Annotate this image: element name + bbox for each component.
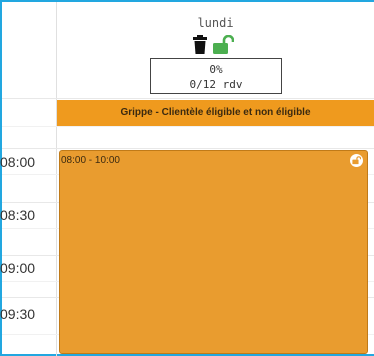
appointment-count: 0/12 rdv xyxy=(189,78,243,91)
grid-line xyxy=(2,98,374,99)
time-label: 08:30 xyxy=(0,207,36,223)
event-time-range: 08:00 - 10:00 xyxy=(61,155,120,166)
time-label: 09:30 xyxy=(0,306,36,322)
event-block[interactable]: 08:00 - 10:00 xyxy=(59,150,368,354)
time-label: 08:00 xyxy=(0,154,36,170)
day-actions xyxy=(192,34,235,56)
gutter-divider xyxy=(56,2,57,356)
grid-line xyxy=(2,148,374,149)
day-stats-box: 0% 0/12 rdv xyxy=(150,58,282,94)
service-banner[interactable]: Grippe - Clientèle éligible et non éligi… xyxy=(57,100,374,126)
time-label: 09:00 xyxy=(0,260,36,276)
day-name: lundi xyxy=(197,16,234,30)
trash-icon[interactable] xyxy=(192,35,208,55)
fill-percent: 0% xyxy=(209,63,223,76)
grid-line xyxy=(2,126,374,127)
unlock-icon[interactable] xyxy=(212,34,235,55)
unlock-icon[interactable] xyxy=(350,154,363,167)
